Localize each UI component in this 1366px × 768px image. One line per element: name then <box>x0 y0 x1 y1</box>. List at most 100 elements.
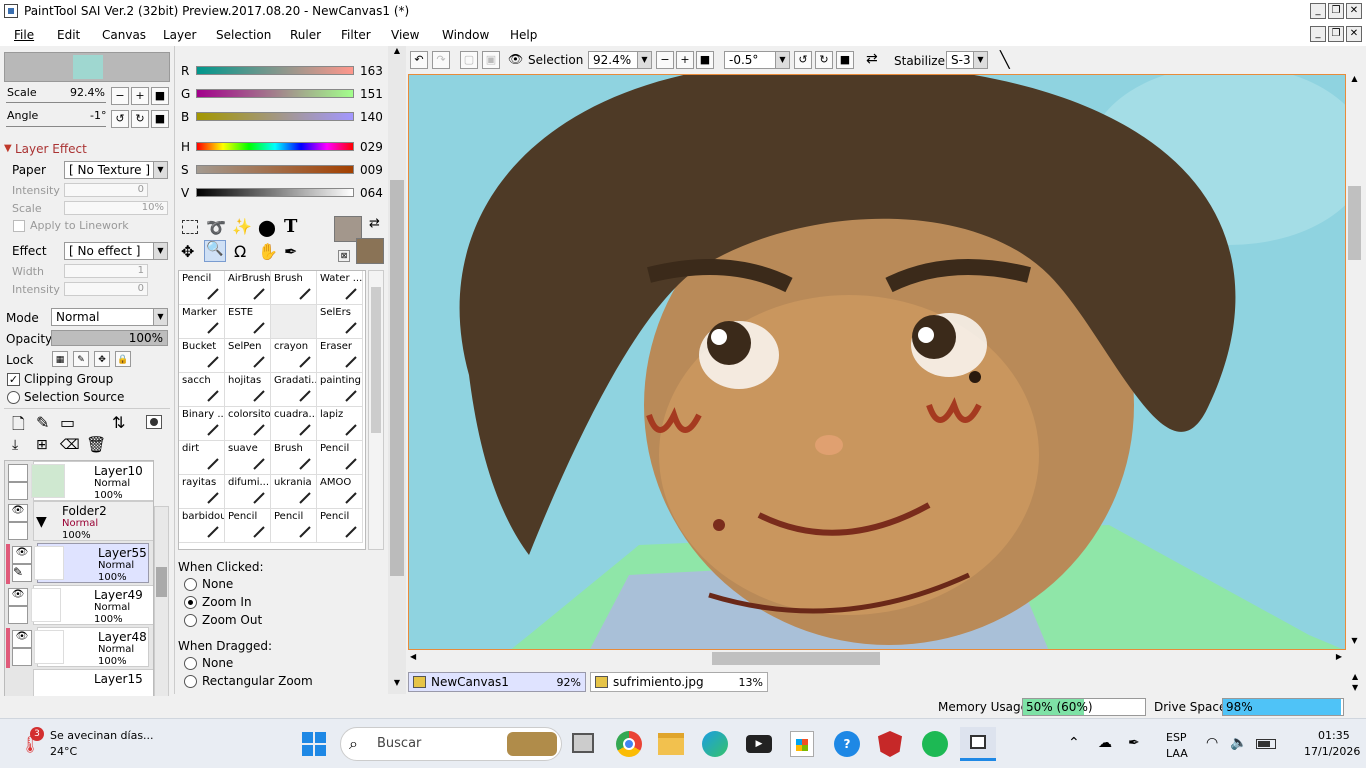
blend-mode-select[interactable]: Normal ▼ <box>51 308 168 326</box>
shape-icon[interactable]: ⬤ <box>258 218 276 237</box>
intensity-field[interactable]: 0 <box>64 183 148 197</box>
layer-item[interactable]: 👁 Layer49 Normal 100% <box>8 585 153 625</box>
swap-colors-icon[interactable]: ⇄ <box>369 216 380 231</box>
brush-tool-slot[interactable]: crayon <box>271 339 317 373</box>
secondary-color-swatch[interactable] <box>356 238 384 264</box>
invert-selection-button[interactable]: ▣ <box>482 51 500 69</box>
selection-visibility-eye-icon[interactable]: 👁 <box>508 52 523 66</box>
layer-list-scrollbar[interactable] <box>154 506 169 722</box>
drawing-canvas[interactable] <box>408 74 1346 650</box>
layer-item[interactable]: 👁 Layer48 Normal 100% <box>6 627 149 668</box>
opacity-slider[interactable]: 100% <box>51 330 168 346</box>
brush-grid-scrollbar[interactable] <box>368 270 384 550</box>
layer-select-checkbox[interactable] <box>8 522 28 540</box>
navigator-preview[interactable] <box>4 52 170 82</box>
menu-window[interactable]: Window <box>442 28 489 42</box>
doc-minimize-button[interactable]: _ <box>1310 26 1326 42</box>
file-explorer-icon[interactable] <box>658 733 684 755</box>
brush-tool-slot[interactable]: Marker <box>179 305 225 339</box>
canvas-horizontal-scrollbar[interactable]: ◀ ▶ <box>408 650 1346 667</box>
intensity2-field[interactable]: 0 <box>64 282 148 296</box>
close-button[interactable]: ✕ <box>1346 3 1362 19</box>
start-button[interactable] <box>302 732 326 756</box>
brush-tool-slot[interactable]: rayitas <box>179 475 225 509</box>
maximize-button[interactable]: ❐ <box>1328 3 1344 19</box>
task-view-icon[interactable] <box>572 733 594 753</box>
merge-icon[interactable]: ⊞ <box>36 437 48 453</box>
lock-transparency-icon[interactable]: ▦ <box>52 351 68 367</box>
redo-button[interactable]: ↷ <box>432 51 450 69</box>
new-folder-icon[interactable]: ▭ <box>60 413 75 432</box>
visibility-eye-icon[interactable]: 👁 <box>12 630 32 648</box>
merge-down-icon[interactable]: ⤓ <box>12 437 18 453</box>
brush-tool-slot[interactable]: ukrania <box>271 475 317 509</box>
brush-tool-slot[interactable]: Pencil <box>271 509 317 543</box>
brush-tool-slot[interactable]: dirt <box>179 441 225 475</box>
toolbar-zoom-reset-button[interactable]: ■ <box>696 51 714 69</box>
text-tool-icon[interactable]: T <box>284 216 297 237</box>
transfer-icon[interactable]: ⇅ <box>112 413 125 432</box>
brush-tool-slot[interactable]: difumi... <box>225 475 271 509</box>
weather-widget[interactable]: 🌡 3 Se avecinan días... 24°C <box>14 725 174 763</box>
magic-wand-icon[interactable]: ✨ <box>232 217 252 236</box>
lock-move-icon[interactable]: ✥ <box>94 351 110 367</box>
language-code[interactable]: ESP <box>1166 731 1187 744</box>
pen-icon[interactable]: ✒ <box>1128 735 1140 751</box>
visibility-eye-icon[interactable]: 👁 <box>8 504 28 522</box>
brush-tool-slot[interactable]: lapiz <box>317 407 363 441</box>
effect-select[interactable]: [ No effect ] ▼ <box>64 242 168 260</box>
layer-select-checkbox[interactable] <box>8 482 28 500</box>
g-slider[interactable] <box>196 89 354 98</box>
menu-edit[interactable]: Edit <box>57 28 80 42</box>
brush-tool-slot[interactable]: Pencil <box>317 509 363 543</box>
selection-source-radio[interactable] <box>7 391 20 404</box>
store-icon[interactable] <box>790 731 814 757</box>
toolbar-rotate-right-button[interactable]: ↻ <box>815 51 833 69</box>
rect-select-icon[interactable] <box>182 220 198 234</box>
r-slider[interactable] <box>196 66 354 75</box>
menu-help[interactable]: Help <box>510 28 537 42</box>
clock-date[interactable]: 17/1/2026 <box>1304 745 1360 758</box>
flip-horizontal-icon[interactable]: ⇄ <box>866 51 878 67</box>
brush-tool-slot[interactable]: AirBrush <box>225 271 271 305</box>
menu-layer[interactable]: Layer <box>163 28 196 42</box>
brush-tool-slot[interactable] <box>271 305 317 339</box>
minimize-button[interactable]: _ <box>1310 3 1326 19</box>
tab-scroll-up[interactable]: ▲ <box>1352 672 1358 681</box>
rotate-left-button[interactable]: ↺ <box>111 110 129 128</box>
angle-slider[interactable] <box>6 126 106 127</box>
layer-select-checkbox[interactable] <box>8 606 28 624</box>
folder-item[interactable]: 👁 ▼ Folder2 Normal 100% <box>8 501 153 541</box>
keyboard-layout[interactable]: LAA <box>1166 747 1188 760</box>
brush-tool-slot[interactable]: Bucket <box>179 339 225 373</box>
mask-icon[interactable] <box>146 415 162 429</box>
lock-all-icon[interactable]: 🔒 <box>115 351 131 367</box>
brush-tool-slot[interactable]: colorsito <box>225 407 271 441</box>
chrome-icon[interactable] <box>616 731 642 757</box>
tab-newcanvas1[interactable]: NewCanvas1 92% <box>408 672 586 692</box>
menu-selection[interactable]: Selection <box>216 28 271 42</box>
brush-tool-slot[interactable]: SelErs <box>317 305 363 339</box>
hand-tool-icon[interactable]: ✋ <box>258 242 278 261</box>
wifi-icon[interactable]: ◠ <box>1206 735 1218 751</box>
chevron-up-icon[interactable]: ⌃ <box>1068 735 1080 751</box>
rotate-reset-button[interactable]: ■ <box>151 110 169 128</box>
brush-tool-slot[interactable]: Pencil <box>179 271 225 305</box>
layer-effect-collapse-icon[interactable]: ▼ <box>4 143 12 154</box>
folder-expand-icon[interactable]: ▼ <box>36 514 47 530</box>
spotify-icon[interactable] <box>922 731 948 757</box>
zoom-select[interactable]: 92.4% ▼ <box>588 51 652 69</box>
edge-icon[interactable] <box>702 731 728 757</box>
s-slider[interactable] <box>196 165 354 174</box>
brush-tool-slot[interactable]: suave <box>225 441 271 475</box>
toolbar-rotate-left-button[interactable]: ↺ <box>794 51 812 69</box>
rotation-select[interactable]: -0.5° ▼ <box>724 51 790 69</box>
volume-icon[interactable]: 🔈 <box>1230 735 1247 751</box>
zoom-tool-icon[interactable]: 🔍 <box>204 240 226 262</box>
menu-filter[interactable]: Filter <box>341 28 371 42</box>
apply-linework-checkbox[interactable] <box>13 220 25 232</box>
menu-ruler[interactable]: Ruler <box>290 28 321 42</box>
tab-sufrimiento[interactable]: sufrimiento.jpg 13% <box>590 672 768 692</box>
v-slider[interactable] <box>196 188 354 197</box>
brush-tool-slot[interactable]: Binary ... <box>179 407 225 441</box>
